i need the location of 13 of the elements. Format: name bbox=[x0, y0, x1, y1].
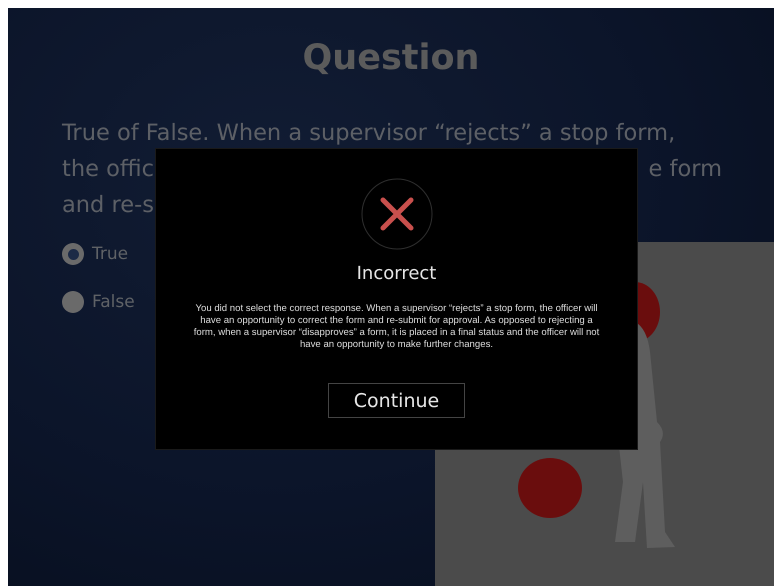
option-label[interactable]: True bbox=[92, 244, 128, 264]
continue-button[interactable]: Continue bbox=[328, 383, 465, 418]
radio-button[interactable] bbox=[62, 243, 84, 265]
question-text: e form bbox=[648, 155, 722, 184]
cross-icon bbox=[360, 178, 432, 250]
dialog-message: You did not select the correct response. When a supervisor “rejects” a stop form, the officer will have an opportunity to correct the form and re-submit for approval. As opposed to rejecting a form, when a supervisor “disapproves” a form, it is placed in a final status and the officer will not have an opportunity to make further changes. bbox=[192, 303, 600, 351]
dialog-title: Incorrect bbox=[356, 263, 436, 284]
question-text: and re-s bbox=[62, 191, 154, 220]
question-text: the offic bbox=[62, 155, 154, 184]
question-text: True of False. When a supervisor “rejects” a stop form, bbox=[62, 119, 676, 148]
option-label[interactable]: False bbox=[92, 292, 135, 312]
question-heading: Question bbox=[302, 37, 480, 78]
radio-button[interactable] bbox=[62, 291, 84, 313]
